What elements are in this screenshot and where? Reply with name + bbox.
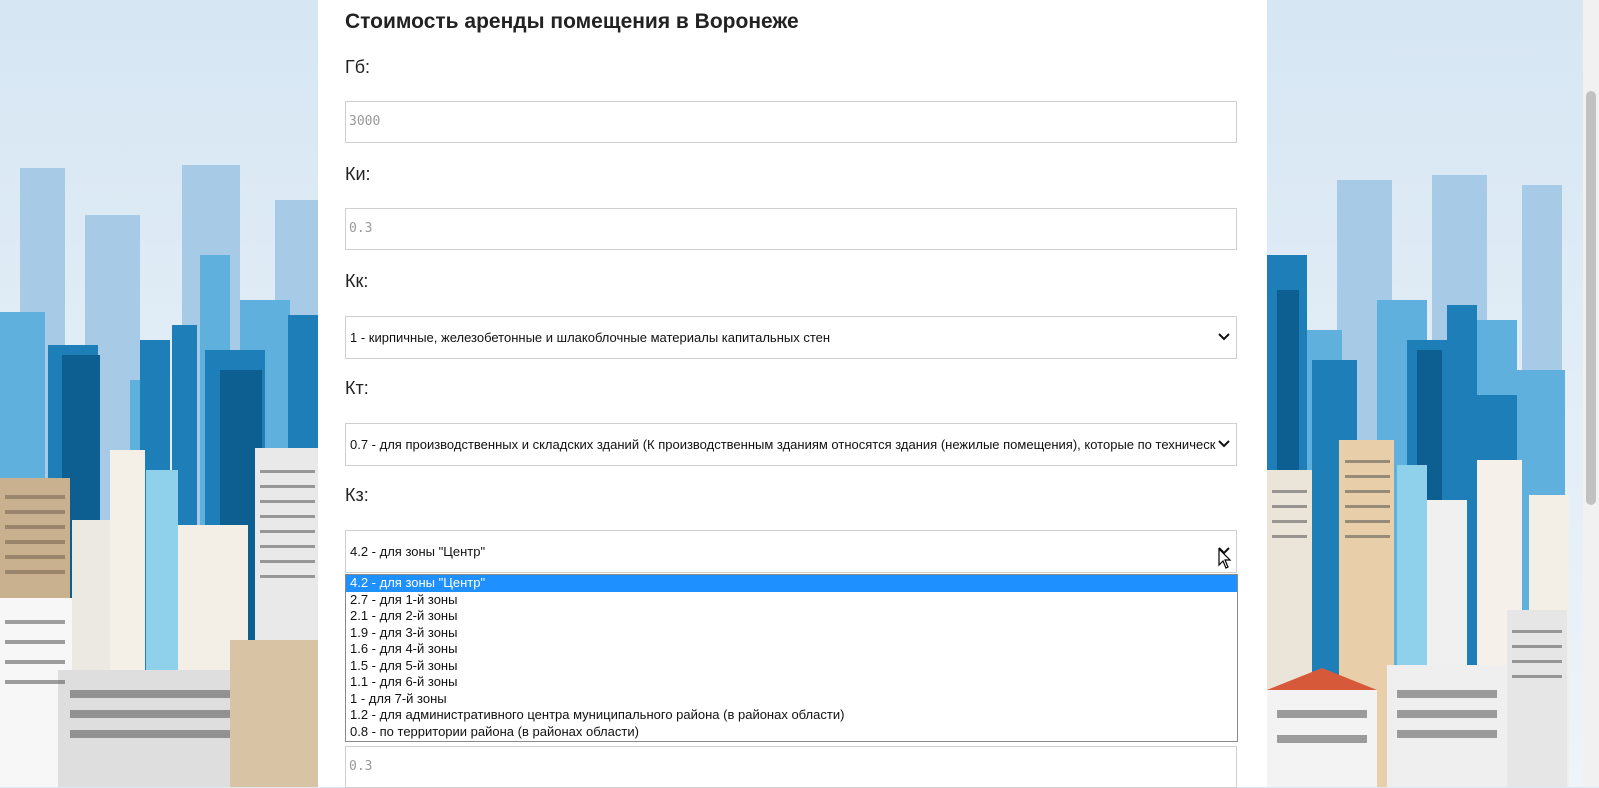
kk-selected-value: 1 - кирпичные, железобетонные и шлакобло… (350, 330, 831, 345)
kz-select[interactable]: 4.2 - для зоны "Центр" (345, 530, 1237, 573)
kz-label: Кз: (345, 485, 369, 505)
chevron-down-icon (1218, 440, 1230, 448)
kz-selected-value: 4.2 - для зоны "Центр" (350, 544, 486, 559)
scrollbar-thumb[interactable] (1586, 91, 1596, 505)
gb-label: Гб: (345, 57, 371, 77)
kz-option[interactable]: 1 - для 7-й зоны (346, 691, 1237, 708)
kz-option[interactable]: 2.7 - для 1-й зоны (346, 592, 1237, 609)
kt-label: Кт: (345, 378, 369, 398)
kz-dropdown-list[interactable]: 4.2 - для зоны "Центр" 2.7 - для 1-й зон… (345, 574, 1238, 742)
kk-select[interactable]: 1 - кирпичные, железобетонные и шлакобло… (345, 316, 1237, 359)
kz-option[interactable]: 1.5 - для 5-й зоны (346, 658, 1237, 675)
gb-input[interactable]: 3000 (345, 101, 1237, 143)
kt-selected-value: 0.7 - для производственных и складских з… (350, 437, 1216, 452)
kz-option[interactable]: 4.2 - для зоны "Центр" (346, 575, 1237, 592)
kt-select[interactable]: 0.7 - для производственных и складских з… (345, 423, 1237, 466)
ki-label: Ки: (345, 164, 371, 184)
kk-label: Кк: (345, 271, 369, 291)
city-background-right (1267, 0, 1583, 787)
mouse-pointer-icon (1218, 548, 1232, 569)
kz-option[interactable]: 2.1 - для 2-й зоны (346, 608, 1237, 625)
kz-option[interactable]: 0.8 - по территории района (в районах об… (346, 724, 1237, 741)
next-input[interactable]: 0.3 (345, 746, 1237, 788)
kz-option[interactable]: 1.2 - для административного центра муниц… (346, 707, 1237, 724)
kz-option[interactable]: 1.9 - для 3-й зоны (346, 625, 1237, 642)
ki-input[interactable]: 0.3 (345, 208, 1237, 250)
page-scrollbar[interactable] (1583, 0, 1599, 787)
kz-option[interactable]: 1.6 - для 4-й зоны (346, 641, 1237, 658)
chevron-down-icon (1218, 333, 1230, 341)
kz-option[interactable]: 1.1 - для 6-й зоны (346, 674, 1237, 691)
city-background-left (0, 0, 318, 787)
page-title: Стоимость аренды помещения в Воронеже (345, 10, 799, 33)
